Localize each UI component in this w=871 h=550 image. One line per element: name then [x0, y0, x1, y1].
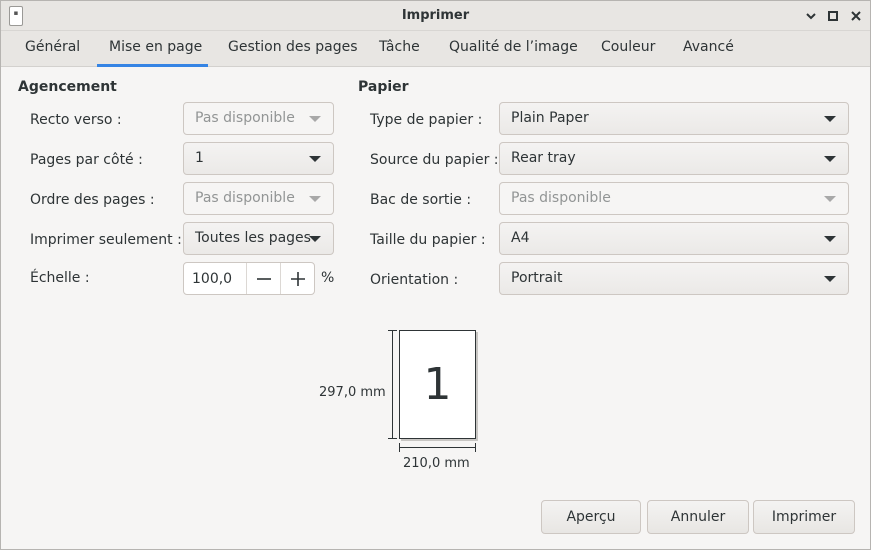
output-tray-select: Pas disponible [499, 182, 849, 215]
recto-verso-select: Pas disponible [183, 102, 334, 135]
paper-source-select[interactable]: Rear tray [499, 142, 849, 175]
tab-image-quality[interactable]: Qualité de l’image [449, 31, 578, 67]
scale-unit: % [321, 270, 335, 286]
dropdown-arrow-icon [824, 196, 836, 202]
paper-type-value: Plain Paper [511, 110, 589, 126]
pages-per-side-select[interactable]: 1 [183, 142, 334, 175]
tab-general[interactable]: Général [25, 31, 80, 67]
dropdown-arrow-icon [824, 236, 836, 242]
dropdown-arrow-icon [824, 276, 836, 282]
dropdown-arrow-icon [309, 156, 321, 162]
output-tray-label: Bac de sortie : [370, 192, 472, 208]
page-preview: 1 [399, 330, 476, 439]
scale-increment-button[interactable] [280, 263, 314, 294]
titlebar: ▪ Imprimer [1, 1, 870, 31]
maximize-icon [828, 11, 838, 21]
close-button[interactable] [848, 8, 864, 24]
tab-advanced[interactable]: Avancé [683, 31, 734, 67]
orientation-label: Orientation : [370, 272, 459, 288]
scale-decrement-button[interactable] [246, 263, 280, 294]
output-tray-value: Pas disponible [511, 190, 611, 206]
tab-bar: Général Mise en page Gestion des pages T… [1, 31, 870, 67]
dropdown-arrow-icon [309, 236, 321, 242]
cancel-button[interactable]: Annuler [647, 500, 749, 534]
paper-type-select[interactable]: Plain Paper [499, 102, 849, 135]
scale-spinbutton [183, 262, 315, 295]
recto-verso-label: Recto verso : [30, 112, 122, 128]
paper-size-value: A4 [511, 230, 530, 246]
print-only-label: Imprimer seulement : [30, 232, 182, 248]
layout-section-title: Agencement [18, 79, 117, 95]
recto-verso-value: Pas disponible [195, 110, 295, 126]
height-dimension-cap-top [388, 330, 397, 331]
height-dimension-line [392, 330, 393, 439]
tab-page-setup[interactable]: Mise en page [97, 31, 208, 67]
page-order-value: Pas disponible [195, 190, 295, 206]
height-dimension-cap-bottom [388, 438, 397, 439]
width-dimension-cap-left [399, 443, 400, 452]
paper-section-title: Papier [358, 79, 409, 95]
width-dimension-cap-right [475, 443, 476, 452]
pages-per-side-label: Pages par côté : [30, 152, 143, 168]
print-only-value: Toutes les pages [195, 230, 311, 246]
window-title: Imprimer [401, 8, 470, 23]
scale-label: Échelle : [30, 270, 90, 286]
dropdown-arrow-icon [309, 116, 321, 122]
dropdown-arrow-icon [309, 196, 321, 202]
page-order-select: Pas disponible [183, 182, 334, 215]
print-only-select[interactable]: Toutes les pages [183, 222, 334, 255]
scale-input[interactable] [184, 263, 246, 294]
preview-width-label: 210,0 mm [403, 456, 470, 471]
paper-source-label: Source du papier : [370, 152, 499, 168]
tab-page-handling[interactable]: Gestion des pages [228, 31, 358, 67]
maximize-button[interactable] [825, 8, 841, 24]
orientation-select[interactable]: Portrait [499, 262, 849, 295]
paper-type-label: Type de papier : [370, 112, 483, 128]
print-dialog: ▪ Imprimer Général Mise en page Gestion … [0, 0, 871, 550]
pages-per-side-value: 1 [195, 150, 204, 166]
paper-source-value: Rear tray [511, 150, 576, 166]
minimize-button[interactable] [803, 8, 819, 24]
tab-job[interactable]: Tâche [379, 31, 420, 67]
plus-icon [290, 271, 305, 286]
width-dimension-line [399, 447, 476, 448]
minus-icon [256, 277, 271, 280]
orientation-value: Portrait [511, 270, 563, 286]
paper-size-select[interactable]: A4 [499, 222, 849, 255]
close-icon [851, 11, 861, 21]
preview-button[interactable]: Aperçu [541, 500, 641, 534]
chevron-down-icon [806, 13, 816, 20]
preview-page-number: 1 [423, 359, 452, 410]
paper-size-label: Taille du papier : [370, 232, 486, 248]
preview-height-label: 297,0 mm [319, 385, 386, 400]
page-order-label: Ordre des pages : [30, 192, 155, 208]
dropdown-arrow-icon [824, 156, 836, 162]
dropdown-arrow-icon [824, 116, 836, 122]
print-button[interactable]: Imprimer [753, 500, 855, 534]
tab-color[interactable]: Couleur [601, 31, 655, 67]
